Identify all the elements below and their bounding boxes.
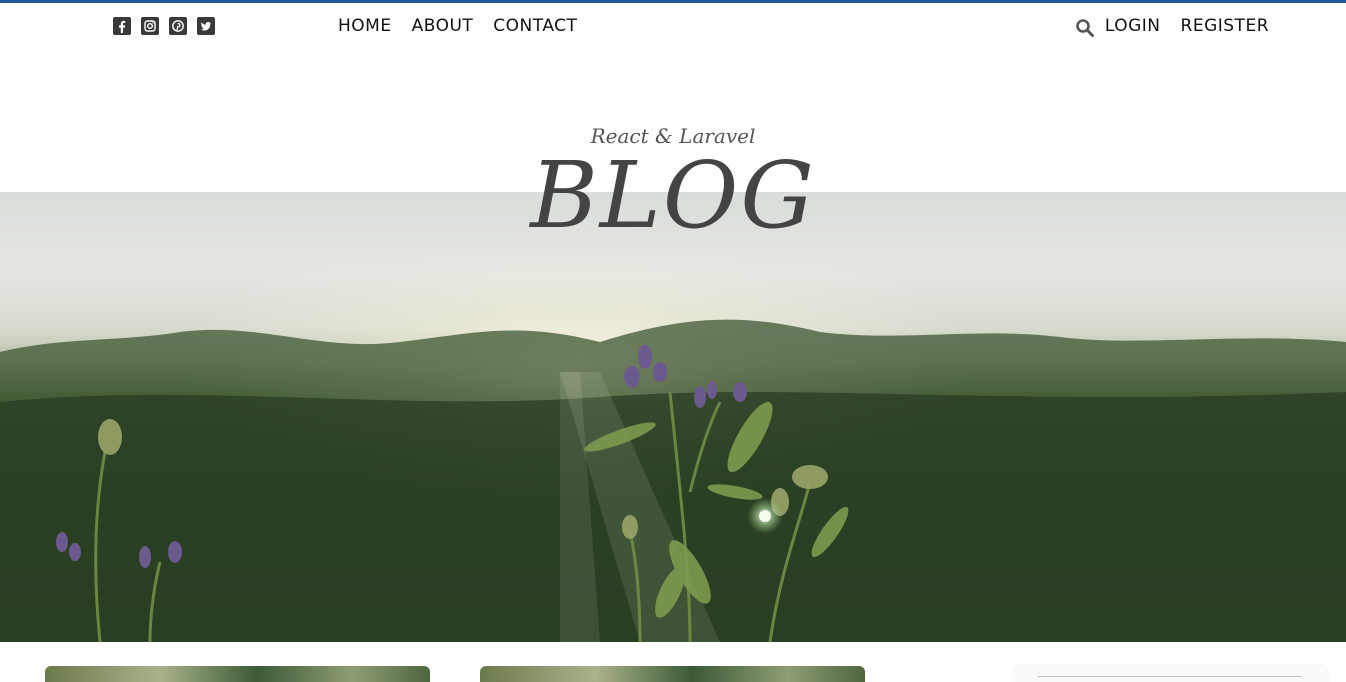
auth-nav: LOGIN REGISTER bbox=[1075, 16, 1269, 38]
facebook-icon[interactable] bbox=[113, 17, 131, 35]
blog-title: BLOG bbox=[530, 142, 816, 249]
sidebar-divider bbox=[1038, 676, 1302, 677]
nav-contact[interactable]: CONTACT bbox=[493, 16, 577, 36]
nav-about[interactable]: ABOUT bbox=[412, 16, 474, 36]
pinterest-icon[interactable] bbox=[169, 17, 187, 35]
navbar: HOME ABOUT CONTACT LOGIN REGISTER bbox=[0, 3, 1346, 49]
nav-home[interactable]: HOME bbox=[338, 16, 392, 36]
hero-image bbox=[0, 192, 1346, 642]
social-links bbox=[113, 17, 215, 35]
instagram-icon[interactable] bbox=[141, 17, 159, 35]
sidebar-widget bbox=[1015, 666, 1327, 682]
twitter-icon[interactable] bbox=[197, 17, 215, 35]
search-icon[interactable] bbox=[1075, 18, 1095, 38]
main-nav: HOME ABOUT CONTACT bbox=[338, 16, 577, 36]
login-link[interactable]: LOGIN bbox=[1105, 16, 1161, 36]
register-link[interactable]: REGISTER bbox=[1181, 16, 1269, 36]
post-card-image[interactable] bbox=[480, 666, 865, 682]
post-card-image[interactable] bbox=[45, 666, 430, 682]
